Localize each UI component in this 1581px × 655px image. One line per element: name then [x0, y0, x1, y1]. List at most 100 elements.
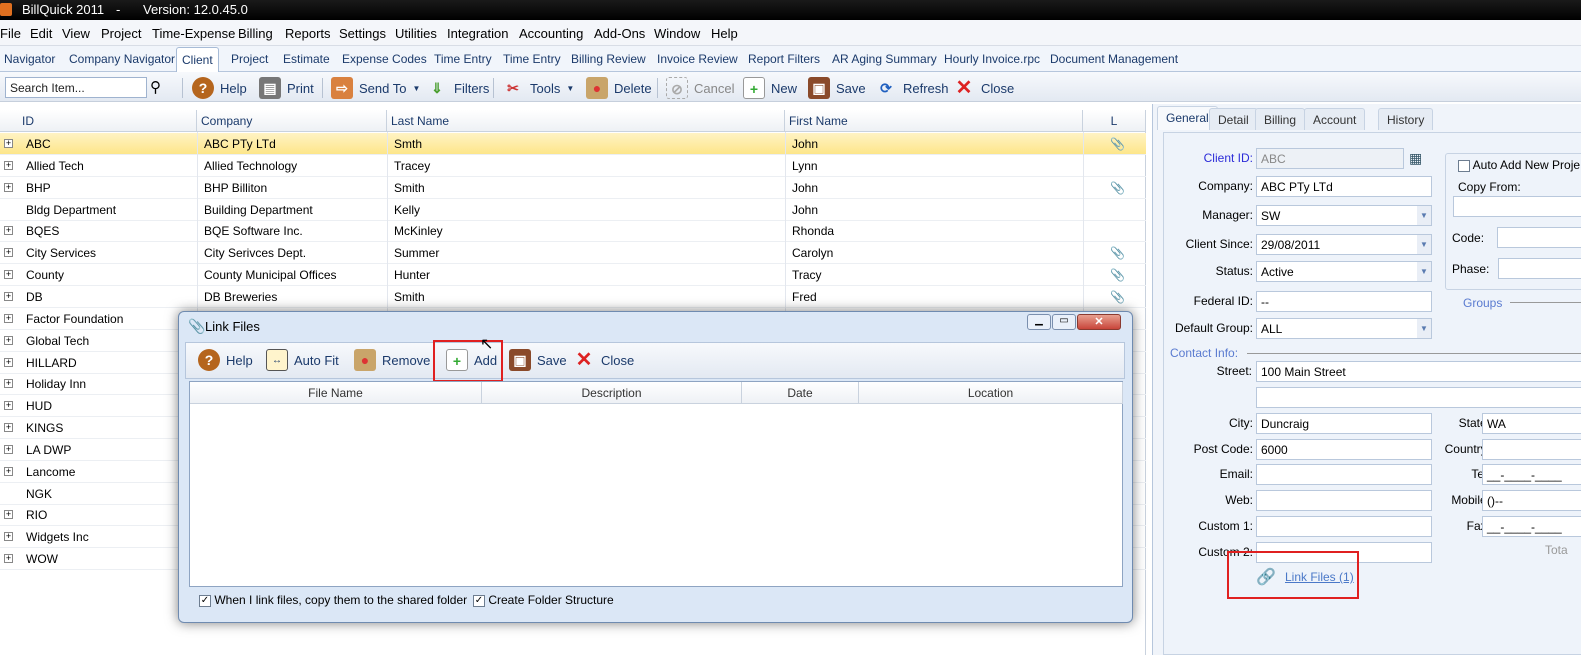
- expand-icon[interactable]: +: [4, 357, 13, 367]
- manager-dropdown[interactable]: SW ▼: [1256, 205, 1432, 226]
- chevron-down-icon[interactable]: ▼: [1417, 319, 1431, 338]
- tab-client[interactable]: Client: [176, 47, 219, 73]
- maximize-button[interactable]: ▭: [1052, 314, 1076, 330]
- filters-button[interactable]: ⇓ Filters: [426, 77, 489, 99]
- auto-add-project-checkbox[interactable]: Auto Add New Proje: [1458, 158, 1580, 172]
- table-row[interactable]: + Allied Tech Allied Technology Tracey Lynn: [0, 155, 1146, 177]
- menu-settings[interactable]: Settings: [339, 26, 386, 41]
- table-row[interactable]: + County County Municipal Offices Hunter Tra…: [0, 264, 1146, 287]
- checkbox-checked[interactable]: ✓: [199, 594, 211, 607]
- search-input[interactable]: Search Item...: [5, 77, 147, 98]
- expand-icon[interactable]: +: [4, 139, 13, 148]
- tools-button[interactable]: ✂ Tools ▼: [502, 77, 574, 99]
- attachment-icon[interactable]: 📎: [1110, 290, 1125, 304]
- company-input[interactable]: ABC PTy LTd: [1256, 176, 1432, 197]
- fax-input[interactable]: __-____-____: [1482, 516, 1581, 537]
- dialog-close-button[interactable]: ✕: [1077, 314, 1121, 330]
- expand-icon[interactable]: +: [4, 270, 13, 280]
- column-header-l[interactable]: L: [1083, 110, 1146, 132]
- menu-add-ons[interactable]: Add-Ons: [594, 26, 645, 41]
- tab-time-entry[interactable]: Time Entry: [503, 52, 561, 66]
- menu-window[interactable]: Window: [654, 26, 700, 41]
- column-header-location[interactable]: Location: [859, 382, 1123, 404]
- close-button[interactable]: ✕ Close: [953, 77, 1015, 99]
- column-header-file-name[interactable]: File Name: [190, 382, 482, 404]
- status-dropdown[interactable]: Active ▼: [1256, 261, 1432, 282]
- table-row[interactable]: Bldg Department Building Department Kelly J…: [0, 199, 1146, 221]
- expand-icon[interactable]: +: [4, 291, 13, 301]
- menu-billing[interactable]: Billing: [238, 26, 273, 41]
- expand-icon[interactable]: +: [4, 248, 13, 258]
- expand-icon[interactable]: +: [4, 313, 13, 323]
- menu-reports[interactable]: Reports: [285, 26, 331, 41]
- edit-id-icon[interactable]: ▦: [1409, 150, 1422, 167]
- menu-integration[interactable]: Integration: [447, 26, 508, 41]
- checkbox-unchecked[interactable]: [1458, 159, 1470, 172]
- expand-icon[interactable]: +: [4, 182, 13, 192]
- code-input[interactable]: [1497, 227, 1581, 248]
- column-header-description[interactable]: Description: [482, 382, 742, 404]
- expand-icon[interactable]: +: [4, 466, 13, 476]
- copy-from-input[interactable]: [1453, 196, 1581, 217]
- default_group-dropdown[interactable]: ALL ▼: [1256, 318, 1432, 339]
- dialog-close-tool-button[interactable]: ✕ Close: [573, 349, 635, 371]
- tab-report-filters[interactable]: Report Filters: [748, 52, 820, 66]
- client_since-dropdown[interactable]: 29/08/2011 ▼: [1256, 234, 1432, 255]
- column-header-date[interactable]: Date: [742, 382, 859, 404]
- tab-billing-review[interactable]: Billing Review: [571, 52, 646, 66]
- street-input[interactable]: 100 Main Street: [1256, 361, 1581, 382]
- column-header-last-name[interactable]: Last Name: [387, 110, 785, 132]
- table-row[interactable]: + ABC ABC PTy LTd Smth John 📎: [0, 133, 1146, 155]
- tab-expense-codes[interactable]: Expense Codes: [342, 52, 427, 66]
- print-button[interactable]: ▤ Print: [259, 77, 314, 99]
- tel-input[interactable]: __-____-____: [1482, 464, 1581, 485]
- tab-billing[interactable]: Billing: [1255, 108, 1306, 130]
- binoculars-icon[interactable]: ⚲: [150, 78, 161, 96]
- dialog-help-button[interactable]: ? Help: [198, 349, 253, 371]
- checkbox-checked[interactable]: ✓: [473, 594, 485, 607]
- expand-icon[interactable]: +: [4, 160, 13, 170]
- expand-icon[interactable]: +: [4, 401, 13, 411]
- column-header-id[interactable]: ID: [0, 110, 197, 132]
- chevron-down-icon[interactable]: ▼: [1417, 235, 1431, 254]
- table-row[interactable]: + City Services City Serivces Dept. Summer C…: [0, 242, 1146, 265]
- column-header-first-name[interactable]: First Name: [785, 110, 1083, 132]
- tab-history[interactable]: History: [1378, 108, 1434, 130]
- tab-invoice-review[interactable]: Invoice Review: [657, 52, 738, 66]
- send-to-button[interactable]: ⇨ Send To ▼: [331, 77, 420, 99]
- expand-icon[interactable]: +: [4, 226, 13, 236]
- state-input[interactable]: WA: [1482, 413, 1581, 434]
- expand-icon[interactable]: +: [4, 379, 13, 389]
- column-header-company[interactable]: Company: [197, 110, 387, 132]
- copy-to-shared-checkbox[interactable]: ✓ When I link files, copy them to the sh…: [199, 593, 467, 607]
- tab-company-navigator[interactable]: Company Navigator: [69, 52, 175, 66]
- table-row[interactable]: + DB DB Breweries Smith Fred 📎: [0, 286, 1146, 308]
- attachment-icon[interactable]: 📎: [1110, 137, 1125, 151]
- menu-utilities[interactable]: Utilities: [395, 26, 437, 41]
- tab-document-management[interactable]: Document Management: [1050, 52, 1178, 66]
- menu-help[interactable]: Help: [711, 26, 738, 41]
- expand-icon[interactable]: +: [4, 510, 13, 520]
- menu-edit[interactable]: Edit: [30, 26, 52, 41]
- country-input[interactable]: [1482, 439, 1581, 460]
- save-button[interactable]: ▣ Save: [808, 77, 866, 99]
- mobile-input[interactable]: ()--: [1482, 490, 1581, 511]
- tab-ar-aging-summary[interactable]: AR Aging Summary: [832, 52, 937, 66]
- delete-button[interactable]: ● Delete: [586, 77, 652, 99]
- new-button[interactable]: + New: [743, 77, 797, 99]
- minimize-button[interactable]: ▁: [1027, 314, 1051, 330]
- tab-hourly-invoice-rpc[interactable]: Hourly Invoice.rpc: [944, 52, 1040, 66]
- tab-detail[interactable]: Detail: [1209, 108, 1258, 130]
- client_id-input[interactable]: ABC: [1256, 148, 1404, 169]
- tab-navigator[interactable]: Navigator: [4, 52, 55, 66]
- help-button[interactable]: ? Help: [192, 77, 247, 99]
- menu-view[interactable]: View: [62, 26, 90, 41]
- chevron-down-icon[interactable]: ▼: [1417, 206, 1431, 225]
- refresh-button[interactable]: ⟳ Refresh: [875, 77, 948, 99]
- tab-time-entry[interactable]: Time Entry: [434, 52, 492, 66]
- menu-file[interactable]: File: [0, 26, 21, 41]
- tab-project[interactable]: Project: [231, 52, 268, 66]
- street-line2-input[interactable]: [1256, 387, 1581, 408]
- expand-icon[interactable]: +: [4, 532, 13, 542]
- expand-icon[interactable]: +: [4, 444, 13, 454]
